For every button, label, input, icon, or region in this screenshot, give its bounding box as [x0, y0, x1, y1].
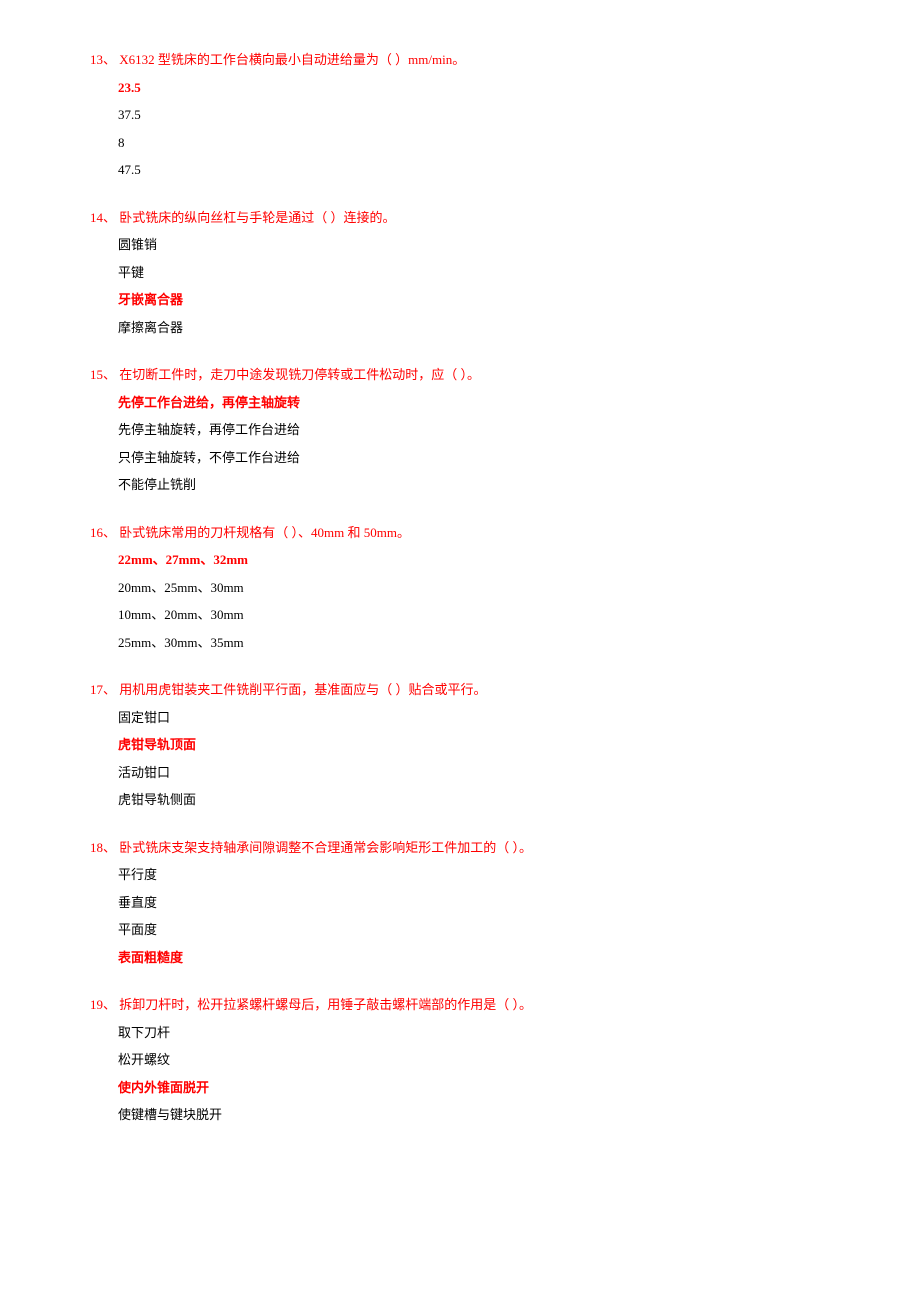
question-number: 16、 [90, 525, 116, 540]
option: 松开螺纹 [118, 1050, 830, 1070]
option: 22mm、27mm、32mm [118, 550, 830, 570]
question-18: 18、 卧式铣床支架支持轴承间隙调整不合理通常会影响矩形工件加工的（ ）。平行度… [90, 838, 830, 968]
options: 取下刀杆松开螺纹使内外锥面脱开使键槽与键块脱开 [90, 1023, 830, 1125]
question-text: 13、 X6132 型铣床的工作台横向最小自动进给量为（ ）mm/min。 [90, 50, 830, 70]
option: 不能停止铣削 [118, 475, 830, 495]
option: 取下刀杆 [118, 1023, 830, 1043]
option: 平键 [118, 263, 830, 283]
question-body: 拆卸刀杆时，松开拉紧螺杆螺母后，用锤子敲击螺杆端部的作用是（ ）。 [116, 997, 532, 1012]
question-13: 13、 X6132 型铣床的工作台横向最小自动进给量为（ ）mm/min。 23.… [90, 50, 830, 180]
option: 使内外锥面脱开 [118, 1078, 830, 1098]
question-body: 在切断工件时，走刀中途发现铣刀停转或工件松动时，应（ ）。 [116, 367, 480, 382]
question-number: 17、 [90, 682, 116, 697]
question-15: 15、 在切断工件时，走刀中途发现铣刀停转或工件松动时，应（ ）。先停工作台进给… [90, 365, 830, 495]
option: 8 [118, 133, 830, 153]
question-number: 13、 [90, 52, 116, 67]
option: 虎钳导轨顶面 [118, 735, 830, 755]
option: 先停工作台进给，再停主轴旋转 [118, 393, 830, 413]
question-text: 17、 用机用虎钳装夹工件铣削平行面，基准面应与（ ）贴合或平行。 [90, 680, 830, 700]
option: 摩擦离合器 [118, 318, 830, 338]
question-text: 19、 拆卸刀杆时，松开拉紧螺杆螺母后，用锤子敲击螺杆端部的作用是（ ）。 [90, 995, 830, 1015]
question-text: 15、 在切断工件时，走刀中途发现铣刀停转或工件松动时，应（ ）。 [90, 365, 830, 385]
question-number: 19、 [90, 997, 116, 1012]
option: 垂直度 [118, 893, 830, 913]
options: 圆锥销平键牙嵌离合器摩擦离合器 [90, 235, 830, 337]
question-body: 用机用虎钳装夹工件铣削平行面，基准面应与（ ）贴合或平行。 [116, 682, 487, 697]
question-body: 卧式铣床的纵向丝杠与手轮是通过（ ）连接的。 [116, 210, 396, 225]
option: 37.5 [118, 105, 830, 125]
question-list: 13、 X6132 型铣床的工作台横向最小自动进给量为（ ）mm/min。 23.… [90, 50, 830, 1125]
options: 固定钳口虎钳导轨顶面活动钳口虎钳导轨侧面 [90, 708, 830, 810]
question-14: 14、 卧式铣床的纵向丝杠与手轮是通过（ ）连接的。圆锥销平键牙嵌离合器摩擦离合… [90, 208, 830, 338]
question-text: 18、 卧式铣床支架支持轴承间隙调整不合理通常会影响矩形工件加工的（ ）。 [90, 838, 830, 858]
option: 先停主轴旋转，再停工作台进给 [118, 420, 830, 440]
question-17: 17、 用机用虎钳装夹工件铣削平行面，基准面应与（ ）贴合或平行。固定钳口虎钳导… [90, 680, 830, 810]
option: 25mm、30mm、35mm [118, 633, 830, 653]
options: 平行度垂直度平面度表面粗糙度 [90, 865, 830, 967]
option: 47.5 [118, 160, 830, 180]
option: 20mm、25mm、30mm [118, 578, 830, 598]
option: 虎钳导轨侧面 [118, 790, 830, 810]
question-text: 16、 卧式铣床常用的刀杆规格有（ ）、40mm 和 50mm。 [90, 523, 830, 543]
question-body: 卧式铣床支架支持轴承间隙调整不合理通常会影响矩形工件加工的（ ）。 [116, 840, 532, 855]
option: 平行度 [118, 865, 830, 885]
options: 先停工作台进给，再停主轴旋转先停主轴旋转，再停工作台进给只停主轴旋转，不停工作台… [90, 393, 830, 495]
question-16: 16、 卧式铣床常用的刀杆规格有（ ）、40mm 和 50mm。 22mm、27m… [90, 523, 830, 653]
question-body: X6132 型铣床的工作台横向最小自动进给量为（ ）mm/min。 [116, 52, 465, 67]
options: 22mm、27mm、32mm 20mm、25mm、30mm 10mm、20mm、30… [90, 550, 830, 652]
option: 平面度 [118, 920, 830, 940]
option: 表面粗糙度 [118, 948, 830, 968]
option: 圆锥销 [118, 235, 830, 255]
option: 只停主轴旋转，不停工作台进给 [118, 448, 830, 468]
option: 活动钳口 [118, 763, 830, 783]
question-number: 14、 [90, 210, 116, 225]
question-text: 14、 卧式铣床的纵向丝杠与手轮是通过（ ）连接的。 [90, 208, 830, 228]
question-number: 18、 [90, 840, 116, 855]
option: 使键槽与键块脱开 [118, 1105, 830, 1125]
question-19: 19、 拆卸刀杆时，松开拉紧螺杆螺母后，用锤子敲击螺杆端部的作用是（ ）。取下刀… [90, 995, 830, 1125]
option: 固定钳口 [118, 708, 830, 728]
option: 牙嵌离合器 [118, 290, 830, 310]
option: 23.5 [118, 78, 830, 98]
options: 23.5 37.5 8 47.5 [90, 78, 830, 180]
question-number: 15、 [90, 367, 116, 382]
option: 10mm、20mm、30mm [118, 605, 830, 625]
question-body: 卧式铣床常用的刀杆规格有（ ）、40mm 和 50mm。 [116, 525, 410, 540]
